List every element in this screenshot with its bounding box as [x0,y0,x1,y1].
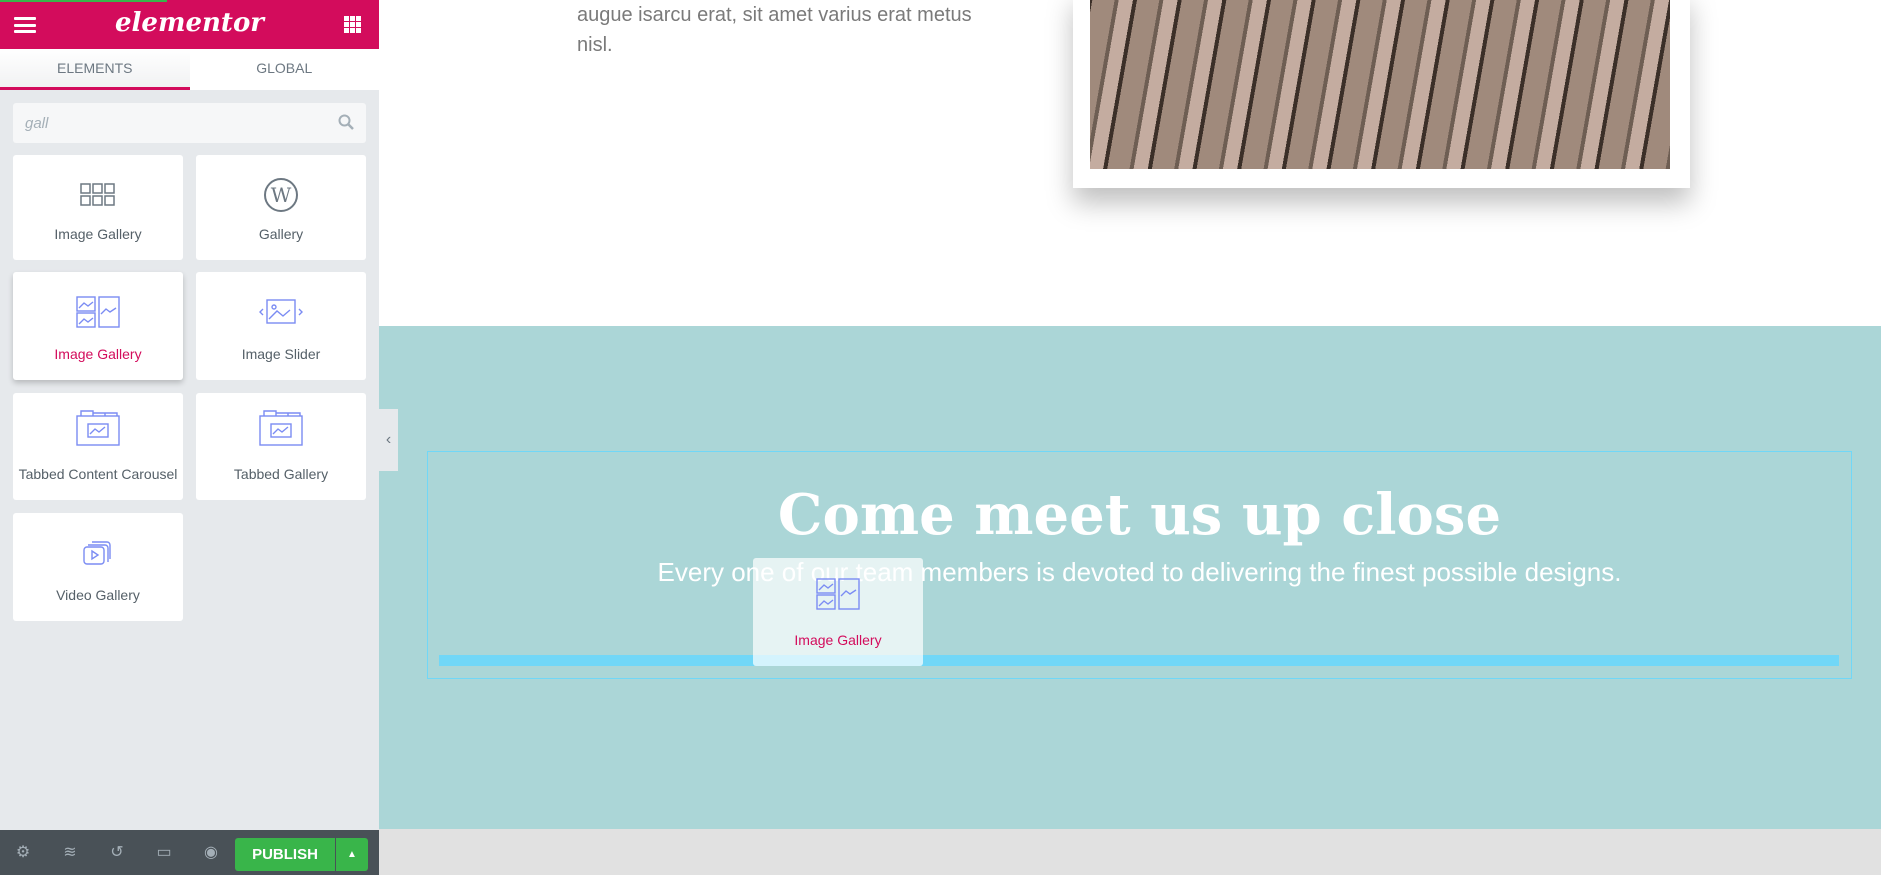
widget-label: Image Slider [241,346,321,362]
image-gallery-icon [816,578,860,610]
responsive-desktop-icon[interactable]: ▭ [154,843,174,863]
tabbed-gallery-icon [259,410,303,446]
svg-text:W: W [271,183,292,207]
image-slider-icon [259,299,303,324]
publish-options-caret-up-icon[interactable]: ▲ [336,838,368,871]
drop-indicator [439,655,1839,666]
elementor-panel: elementor ELEMENTS GLOBAL Image Gallery … [0,0,379,875]
body-paragraph: augue isarcu erat, sit amet varius erat … [577,0,997,60]
preview-eye-icon[interactable]: ◉ [201,843,221,863]
widget-image-gallery-basic[interactable]: Image Gallery [13,155,183,260]
widgets-grid-icon[interactable] [344,16,361,33]
image-gallery-icon [76,296,120,328]
widget-label: Video Gallery [56,587,140,603]
tab-global[interactable]: GLOBAL [190,49,380,90]
search-input[interactable] [13,103,313,143]
paragraph-line: nisl. [577,34,613,56]
team-section: Come meet us up close Every one of our t… [379,326,1881,829]
search-box [13,103,366,143]
section-heading: Come meet us up close [777,482,1502,548]
widget-image-gallery[interactable]: Image Gallery [13,272,183,380]
drag-ghost-widget[interactable]: Image Gallery [753,558,923,666]
tabbed-carousel-icon [76,410,120,446]
search-icon [338,114,354,130]
widget-label: Tabbed Content Carousel [18,466,178,482]
loading-progress [0,0,167,2]
tab-elements[interactable]: ELEMENTS [0,49,190,90]
widget-image-slider[interactable]: Image Slider [196,272,366,380]
grid-gallery-icon [80,183,115,206]
building-photo [1090,0,1670,169]
widget-gallery[interactable]: W Gallery [196,155,366,260]
navigator-layers-icon[interactable]: ≋ [60,843,80,863]
widget-label: Gallery [258,226,304,242]
publish-button[interactable]: PUBLISH [235,838,335,871]
history-icon[interactable]: ↺ [107,843,127,863]
collapse-panel-chevron-left-icon[interactable]: ‹ [379,409,398,471]
panel-tabs: ELEMENTS GLOBAL [0,49,379,90]
widget-label: Image Gallery [54,346,142,362]
widget-tabbed-gallery[interactable]: Tabbed Gallery [196,393,366,500]
section-subheading: Every one of our team members is devoted… [657,557,1622,587]
paragraph-line: augue isarcu erat, sit amet varius erat … [577,4,972,26]
video-gallery-icon [83,541,111,565]
widget-tabbed-content-carousel[interactable]: Tabbed Content Carousel [13,393,183,500]
widget-video-gallery[interactable]: Video Gallery [13,513,183,621]
elementor-logo: elementor [115,8,264,38]
panel-footer: ⚙ ≋ ↺ ▭ ◉ PUBLISH ▲ [0,830,379,875]
wordpress-icon: W [264,178,298,212]
drag-ghost-label: Image Gallery [794,632,882,648]
image-frame [1073,0,1690,188]
drop-target-container: Come meet us up close Every one of our t… [427,451,1852,679]
preview-canvas: augue isarcu erat, sit amet varius erat … [379,0,1881,875]
widget-label: Image Gallery [54,226,142,242]
widget-label: Tabbed Gallery [233,466,329,482]
settings-gear-icon[interactable]: ⚙ [13,843,33,863]
canvas-bottom-area [379,829,1881,875]
panel-header: elementor [0,0,379,49]
